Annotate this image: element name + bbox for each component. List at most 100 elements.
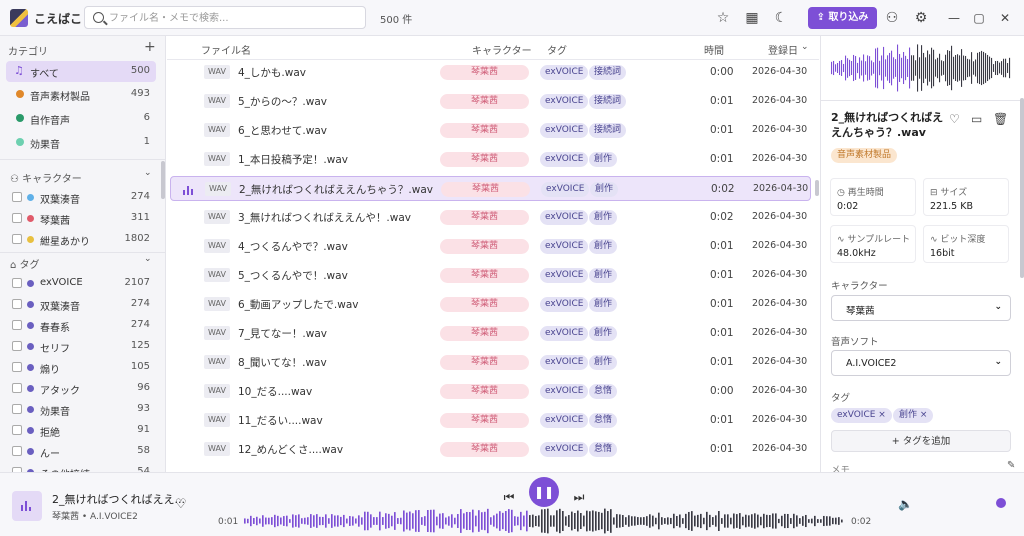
col-tag[interactable]: タグ xyxy=(547,42,567,57)
sidebar-item-sfx[interactable]: 効果音 1 xyxy=(6,132,156,153)
table-row[interactable]: WAV 6_と思わせて.wav 琴葉茜 exVOICE 接続詞 0:01 2026-04-3… xyxy=(170,118,811,143)
player-waveform[interactable] xyxy=(244,507,844,535)
volume-slider-knob[interactable] xyxy=(996,498,1006,508)
import-button[interactable]: ⇪ 取り込み xyxy=(808,7,877,29)
minimize-button[interactable]: — xyxy=(944,8,964,28)
detail-tag-chip[interactable]: exVOICE × xyxy=(831,408,892,423)
depth-box: ∿ ビット深度 16bit xyxy=(923,225,1009,263)
waveform-bar xyxy=(917,44,919,92)
checkbox[interactable] xyxy=(12,192,22,202)
waveform-bar xyxy=(885,59,887,77)
checkbox[interactable] xyxy=(12,383,22,393)
checkbox[interactable] xyxy=(12,278,22,288)
character-item[interactable]: 琴葉茜 311 xyxy=(6,208,156,229)
detail-tag-chip[interactable]: 創作 × xyxy=(893,408,934,423)
table-row[interactable]: WAV 5_つくるんやで！.wav 琴葉茜 exVOICE 創作 0:01 2026-04-… xyxy=(170,263,811,288)
remove-tag-icon[interactable]: × xyxy=(920,410,928,420)
heart-icon[interactable]: ♡ xyxy=(949,112,960,126)
detail-waveform[interactable] xyxy=(831,42,1011,94)
list-scrollbar[interactable] xyxy=(815,180,819,196)
table-row[interactable]: WAV 6_動画アップしたで.wav 琴葉茜 exVOICE 創作 0:01 2026-04… xyxy=(170,292,811,317)
waveform-bar xyxy=(697,514,699,528)
tag-item[interactable]: 効果音 93 xyxy=(6,399,156,420)
tag-item[interactable]: 春春系 274 xyxy=(6,315,156,336)
volume-icon[interactable]: 🔈 xyxy=(898,497,913,511)
folder-icon[interactable]: ▭ xyxy=(971,112,982,126)
table-row[interactable]: WAV 1_本日投稿予定！.wav 琴葉茜 exVOICE 創作 0:01 2026-04-… xyxy=(170,147,811,172)
col-character[interactable]: キャラクター xyxy=(472,42,532,57)
table-row[interactable]: WAV 10_だる....wav 琴葉茜 exVOICE 怠惰 0:00 2026-04-3… xyxy=(170,379,811,404)
table-row[interactable]: WAV 5_からの～？.wav 琴葉茜 exVOICE 接続詞 0:01 2026-04-3… xyxy=(170,89,811,114)
table-row[interactable]: WAV 12_めんどくさ....wav 琴葉茜 exVOICE 怠惰 0:01 2026-0… xyxy=(170,437,811,462)
col-filename[interactable]: ファイル名 xyxy=(201,42,251,57)
tag-chip: 怠惰 xyxy=(589,442,618,457)
close-button[interactable]: ✕ xyxy=(995,8,1015,28)
category-dot-icon xyxy=(16,90,24,98)
search-box[interactable] xyxy=(84,6,366,29)
sidebar-item-all[interactable]: ♫ すべて 500 xyxy=(6,61,156,82)
table-row[interactable]: WAV 7_見てなー！.wav 琴葉茜 exVOICE 創作 0:01 2026-04-30 xyxy=(170,321,811,346)
checkbox[interactable] xyxy=(12,362,22,372)
remove-tag-icon[interactable]: × xyxy=(878,410,886,420)
sidebar-item-selfmade[interactable]: 自作音声 6 xyxy=(6,108,156,129)
checkbox[interactable] xyxy=(12,404,22,414)
sort-chevron-icon[interactable]: ⌄ xyxy=(801,42,809,52)
checkbox[interactable] xyxy=(12,446,22,456)
checkbox[interactable] xyxy=(12,213,22,223)
add-tag-button[interactable]: + タグを追加 xyxy=(831,430,1011,452)
tag-item[interactable]: セリフ 125 xyxy=(6,336,156,357)
waveform-bar xyxy=(935,59,937,77)
tag-item[interactable]: アタック 96 xyxy=(6,378,156,399)
sidebar-item-product[interactable]: 音声素材製品 493 xyxy=(6,84,156,105)
table-row[interactable]: WAV 11_だるい....wav 琴葉茜 exVOICE 怠惰 0:01 2026-04-… xyxy=(170,408,811,433)
pencil-icon[interactable]: ✎ xyxy=(1007,460,1015,471)
tag-item[interactable]: 双葉湊音 274 xyxy=(6,294,156,315)
tag-item[interactable]: 拒絶 91 xyxy=(6,420,156,441)
moon-icon[interactable]: ☾ xyxy=(771,8,791,28)
table-row[interactable]: WAV 3_無ければつくればええんや！.wav 琴葉茜 exVOICE 創作 0:02 20… xyxy=(170,205,811,230)
tag-item[interactable]: 煽り 105 xyxy=(6,357,156,378)
chevron-down-icon[interactable]: ⌄ xyxy=(144,254,152,264)
gear-icon[interactable]: ⚙ xyxy=(911,8,931,28)
detail-scrollbar[interactable] xyxy=(1020,98,1024,278)
star-icon[interactable]: ☆ xyxy=(713,8,733,28)
table-row[interactable]: WAV 8_聞いてな！.wav 琴葉茜 exVOICE 創作 0:01 2026-04-30 xyxy=(170,350,811,375)
sidebar-item-count: 6 xyxy=(143,112,150,123)
table-row[interactable]: WAV 4_しかも.wav 琴葉茜 exVOICE 接続詞 0:00 2026-04-30 xyxy=(170,60,811,85)
duration-label-text: 再生時間 xyxy=(847,188,884,198)
waveform-bar xyxy=(418,510,420,532)
table-row[interactable]: WAV 4_つくるんやで？.wav 琴葉茜 exVOICE 創作 0:01 2026-04-… xyxy=(170,234,811,259)
pause-button[interactable]: ❚❚ xyxy=(529,477,559,507)
checkbox[interactable] xyxy=(12,341,22,351)
heart-icon[interactable]: ♡ xyxy=(175,497,187,512)
skip-forward-button[interactable]: ⏭ xyxy=(569,487,589,507)
checkbox[interactable] xyxy=(12,320,22,330)
grid-icon[interactable]: ▦ xyxy=(742,8,762,28)
chevron-down-icon[interactable]: ⌄ xyxy=(144,168,152,178)
soft-select[interactable]: A.I.VOICE2 ⌄ xyxy=(831,350,1011,376)
tag-item[interactable]: その他接続54 xyxy=(6,462,156,472)
search-input[interactable] xyxy=(109,10,359,26)
date: 2026-04-30 xyxy=(752,356,808,367)
table-row[interactable]: WAV 2_無ければつくればええんちゃう？.wav 琴葉茜 exVOICE 創作 0:02… xyxy=(170,176,811,201)
tag-item[interactable]: んー 58 xyxy=(6,441,156,462)
character-item[interactable]: 紲星あかり 1802 xyxy=(6,229,156,250)
trash-icon[interactable]: 🗑 xyxy=(993,112,1008,126)
tag-item[interactable]: exVOICE 2107 xyxy=(6,273,156,294)
maximize-button[interactable]: ▢ xyxy=(969,8,989,28)
checkbox[interactable] xyxy=(12,299,22,309)
users-icon[interactable]: ⚇ xyxy=(882,8,902,28)
checkbox[interactable] xyxy=(12,234,22,244)
waveform-bar xyxy=(373,517,375,525)
checkbox[interactable] xyxy=(12,425,22,435)
col-time[interactable]: 時間 xyxy=(704,42,724,57)
skip-back-button[interactable]: ⏮ xyxy=(499,487,519,507)
sidebar-scrollbar[interactable] xyxy=(161,161,165,199)
chara-select[interactable]: 琴葉茜 ⌄ xyxy=(831,295,1011,321)
character-item[interactable]: 双葉湊音 274 xyxy=(6,187,156,208)
import-label: 取り込み xyxy=(828,12,869,23)
add-category-icon[interactable]: + xyxy=(144,39,156,55)
file-type-badge: WAV xyxy=(204,94,230,108)
col-date[interactable]: 登録日 xyxy=(768,42,798,57)
sidebar-item-count: 1 xyxy=(143,136,150,147)
